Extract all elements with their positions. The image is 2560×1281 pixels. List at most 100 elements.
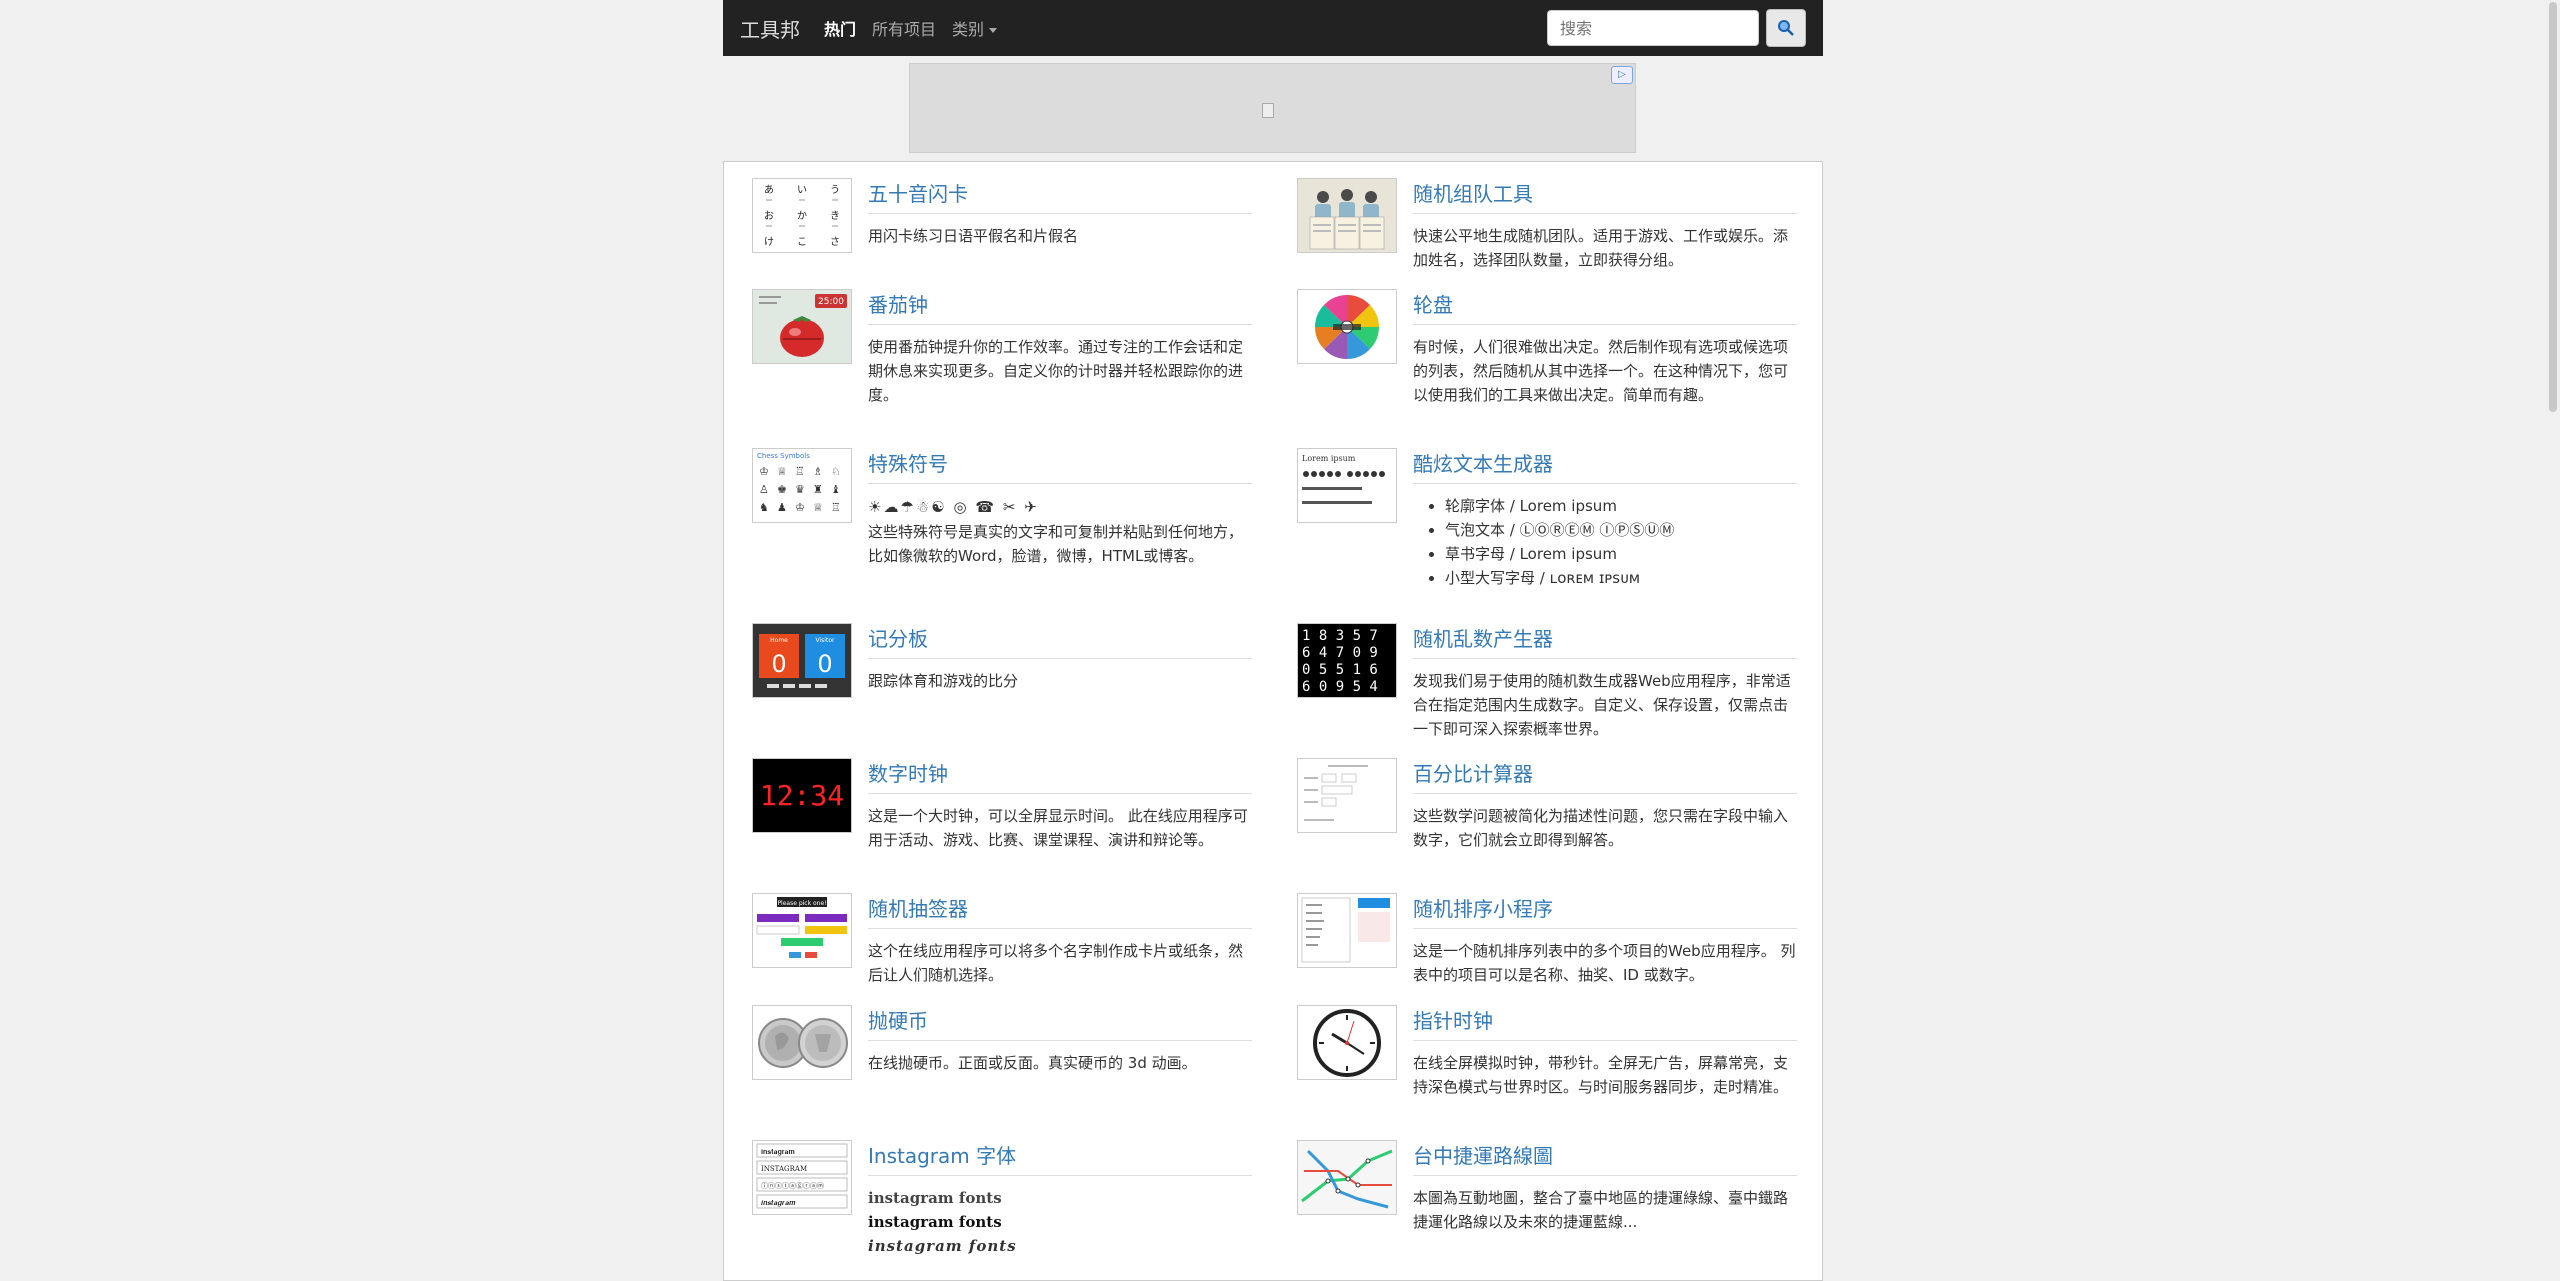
- card-title-link[interactable]: 随机抽签器: [868, 893, 1252, 929]
- card-body: 百分比计算器 这些数学问题被简化为描述性问题，您只需在字段中输入数字，它们就会立…: [1413, 758, 1797, 852]
- thumbnail-random-sort[interactable]: [1297, 893, 1397, 968]
- svg-text:♕: ♕: [777, 465, 787, 478]
- thumbnail-fancy-text[interactable]: Lorem ipsum: [1297, 448, 1397, 523]
- kana-glyph: け: [764, 236, 774, 248]
- card-title-link[interactable]: 指针时钟: [1413, 1005, 1797, 1041]
- card-title-link[interactable]: 特殊符号: [868, 448, 1252, 484]
- thumbnail-scoreboard[interactable]: Home Visitor 0 0: [752, 623, 852, 698]
- thumbnail-digital-clock[interactable]: 12:34: [752, 758, 852, 833]
- card-body: 随机排序小程序 这是一个随机排序列表中的多个项目的Web应用程序。 列表中的项目…: [1413, 893, 1797, 987]
- search-button[interactable]: [1766, 9, 1806, 47]
- thumb-label: Please pick one!: [777, 900, 826, 907]
- thumbnail-percentage-calculator[interactable]: [1297, 758, 1397, 833]
- ad-choices-icon[interactable]: ▷: [1611, 66, 1633, 84]
- pomodoro-time-label: 25:00: [818, 297, 844, 307]
- card-title-link[interactable]: 随机排序小程序: [1413, 893, 1797, 929]
- card-body: 番茄钟 使用番茄钟提升你的工作效率。通过专注的工作会话和定期休息来实现更多。自定…: [868, 289, 1252, 407]
- kana-glyph: あ: [764, 184, 774, 196]
- card-title-link[interactable]: 五十音闪卡: [868, 178, 1252, 214]
- thumbnail-lottery-picker[interactable]: Please pick one!: [752, 893, 852, 968]
- card-title-link[interactable]: 记分板: [868, 623, 1252, 659]
- thumbnail-random-number[interactable]: 1 8 3 5 7 6 4 7 0 9 0 5 5 1 6 6 0 9 5 4: [1297, 623, 1397, 698]
- thumbnail-pomodoro[interactable]: 25:00: [752, 289, 852, 364]
- card-body: 特殊符号 ☀☁☂☃☯ ◎ ☎ ✂ ✈ 这些特殊符号是真实的文字和可复制并粘贴到任…: [868, 448, 1252, 568]
- kana-glyph: お: [764, 210, 774, 222]
- card-description: 这些特殊符号是真实的文字和可复制并粘贴到任何地方，比如像微软的Word，脸谱，微…: [868, 523, 1244, 565]
- kana-glyph: い: [797, 185, 807, 196]
- card-description: 跟踪体育和游戏的比分: [868, 672, 1019, 690]
- visitor-label: Visitor: [816, 637, 835, 644]
- card-body: 随机乱数产生器 发现我们易于使用的随机数生成器Web应用程序，非常适合在指定范围…: [1413, 623, 1797, 741]
- kana-glyph: う: [830, 184, 840, 196]
- font-sample-line: instagram fonts: [868, 1237, 1017, 1255]
- thumb-label: Lorem ipsum: [1302, 454, 1356, 463]
- search-form: [1547, 9, 1806, 47]
- brand-logo[interactable]: 工具邦: [740, 14, 800, 43]
- card-title-link[interactable]: 随机乱数产生器: [1413, 623, 1797, 659]
- kana-glyph: き: [830, 210, 840, 222]
- nav-item-categories-label: 类别: [952, 20, 985, 39]
- number-row: 6 0 9 5 4: [1302, 679, 1378, 695]
- thumb-font-sample: INSTAGRAM: [761, 1165, 807, 1173]
- svg-text:♕: ♕: [813, 501, 823, 514]
- card-title-link[interactable]: 酷炫文本生成器: [1413, 448, 1797, 484]
- thumbnail-metro-map[interactable]: [1297, 1140, 1397, 1215]
- ad-banner[interactable]: ▷: [909, 63, 1636, 153]
- visitor-score: 0: [817, 650, 832, 678]
- card-body: 轮盘 有时候，人们很难做出决定。然后制作现有选项或候选项的列表，然后随机从其中选…: [1413, 289, 1797, 407]
- thumbnail-analog-clock[interactable]: [1297, 1005, 1397, 1080]
- svg-text:♔: ♔: [759, 465, 769, 478]
- nav-item-popular[interactable]: 热门: [824, 16, 856, 40]
- card-title-link[interactable]: 百分比计算器: [1413, 758, 1797, 794]
- thumbnail-team-generator[interactable]: [1297, 178, 1397, 253]
- thumb-font-sample: 𝐢𝐧𝐬𝐭𝐚𝐠𝐫𝐚𝐦: [761, 1148, 795, 1156]
- thumbnail-kana-flashcards[interactable]: あ い う お か き け こ さ: [752, 178, 852, 253]
- home-label: Home: [770, 637, 788, 644]
- card-title-link[interactable]: 数字时钟: [868, 758, 1252, 794]
- card-title-link[interactable]: 台中捷運路線圖: [1413, 1140, 1797, 1176]
- card-description: 快速公平地生成随机团队。适用于游戏、工作或娱乐。添加姓名，选择团队数量，立即获得…: [1413, 227, 1789, 269]
- thumbnail-wheel[interactable]: [1297, 289, 1397, 364]
- number-row: 0 5 5 1 6: [1302, 662, 1378, 678]
- card-title-link[interactable]: 抛硬币: [868, 1005, 1252, 1041]
- thumb-label: Chess Symbols: [757, 452, 810, 460]
- number-row: 1 8 3 5 7: [1302, 628, 1378, 644]
- thumbnail-instagram-fonts[interactable]: 𝐢𝐧𝐬𝐭𝐚𝐠𝐫𝐚𝐦 INSTAGRAM ⓘⓝⓢⓣⓐⓖⓡⓐⓜ 𝒊𝒏𝒔𝒕𝒂𝒈𝒓𝒂𝒎: [752, 1140, 852, 1215]
- page-scrollbar[interactable]: [2546, 0, 2560, 1271]
- card-description: 使用番茄钟提升你的工作效率。通过专注的工作会话和定期休息来实现更多。自定义你的计…: [868, 338, 1244, 404]
- card-title-link[interactable]: 轮盘: [1413, 289, 1797, 325]
- kana-glyph: さ: [830, 236, 840, 248]
- card-description: 在线抛硬币。正面或反面。真实硬币的 3d 动画。: [868, 1054, 1197, 1072]
- card-body: 数字时钟 这是一个大时钟，可以全屏显示时间。 此在线应用程序可用于活动、游戏、比…: [868, 758, 1252, 852]
- kana-glyph: か: [797, 210, 807, 222]
- list-item: 小型大写字母 / ʟᴏʀᴇᴍ ɪᴘsᴜᴍ: [1445, 566, 1797, 590]
- card-body: 指针时钟 在线全屏模拟时钟，带秒针。全屏无广告，屏幕常亮，支持深色模式与世界时区…: [1413, 1005, 1797, 1099]
- card-body: 抛硬币 在线抛硬币。正面或反面。真实硬币的 3d 动画。: [868, 1005, 1252, 1075]
- card-body: Instagram 字体 instagram fonts instagram f…: [868, 1140, 1252, 1258]
- svg-text:♗: ♗: [813, 465, 823, 478]
- thumbnail-coin-flip[interactable]: [752, 1005, 852, 1080]
- ad-placeholder-icon: [1262, 103, 1274, 118]
- search-input[interactable]: [1547, 10, 1759, 46]
- clock-time-label: 12:34: [760, 779, 844, 812]
- thumbnail-chess-symbols[interactable]: Chess Symbols ♔ ♕ ♖ ♗ ♘ ♙ ♚ ♛ ♜ ♝ ♞ ♟ ♔ ♕ ♖: [752, 448, 852, 523]
- font-sample-line: instagram fonts: [868, 1189, 1002, 1207]
- list-item: 气泡文本 / ⓁⓄⓇⒺⓂ ⒾⓅⓈⓊⓂ: [1445, 518, 1797, 542]
- thumb-font-sample: ⓘⓝⓢⓣⓐⓖⓡⓐⓜ: [761, 1182, 824, 1190]
- nav-item-all-projects[interactable]: 所有项目: [872, 16, 936, 40]
- card-title-link[interactable]: Instagram 字体: [868, 1140, 1252, 1176]
- card-description: 有时候，人们很难做出决定。然后制作现有选项或候选项的列表，然后随机从其中选择一个…: [1413, 338, 1789, 404]
- svg-text:♔: ♔: [795, 501, 805, 514]
- nav-item-categories[interactable]: 类别: [952, 16, 998, 40]
- card-description: 这是一个随机排序列表中的多个项目的Web应用程序。 列表中的项目可以是名称、抽奖…: [1413, 942, 1796, 984]
- kana-glyph: こ: [797, 237, 807, 248]
- card-description: 发现我们易于使用的随机数生成器Web应用程序，非常适合在指定范围内生成数字。自定…: [1413, 672, 1791, 738]
- svg-text:♟: ♟: [777, 501, 787, 514]
- card-body: 台中捷運路線圖 本圖為互動地圖，整合了臺中地區的捷運綠線、臺中鐵路捷運化路線以及…: [1413, 1140, 1797, 1234]
- card-title-link[interactable]: 随机组队工具: [1413, 178, 1797, 214]
- scrollbar-thumb[interactable]: [2549, 2, 2557, 412]
- card-description: 这是一个大时钟，可以全屏显示时间。 此在线应用程序可用于活动、游戏、比赛、课堂课…: [868, 807, 1248, 849]
- svg-text:♚: ♚: [777, 483, 787, 496]
- card-title-link[interactable]: 番茄钟: [868, 289, 1252, 325]
- caret-down-icon: [989, 28, 998, 33]
